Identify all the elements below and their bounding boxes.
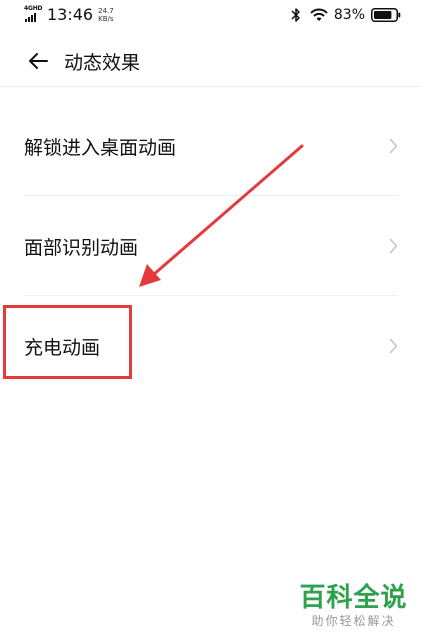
watermark-subtitle: 助你轻松解决 [311,614,396,628]
arrow-left-icon [29,53,48,69]
status-right: 83% [291,6,401,24]
setting-item-unlock-animation[interactable]: 解锁进入桌面动画 [0,96,421,196]
setting-item-label: 面部识别动画 [24,236,139,259]
watermark: 百科全说 助你轻松解决 [296,583,411,629]
chevron-right-icon [389,238,398,254]
status-bar: 4GHD 13:46 24.7 KB/s 83% [0,0,421,32]
chevron-right-icon [389,138,398,154]
status-time: 13:46 [47,5,94,24]
network-type-label: 4GHD [24,5,43,12]
setting-item-face-recognition-animation[interactable]: 面部识别动画 [0,196,421,296]
page-header: 动态效果 [0,38,421,84]
back-button[interactable] [20,43,56,79]
highlight-box [3,305,132,379]
status-left: 4GHD 13:46 24.7 KB/s [24,5,114,25]
chevron-right-icon [389,338,398,354]
battery-percent: 83% [333,7,365,23]
header-divider [0,86,421,87]
wifi-icon [310,8,328,21]
battery-icon [371,8,401,22]
page-title: 动态效果 [64,51,141,74]
bluetooth-icon [291,8,300,22]
network-speed-value: 24.7 [98,7,114,15]
setting-item-label: 解锁进入桌面动画 [24,136,177,159]
watermark-title: 百科全说 [299,583,408,613]
signal-block: 4GHD [24,5,43,25]
network-speed-unit: KB/s [98,15,114,23]
signal-icon [25,13,36,22]
network-speed: 24.7 KB/s [98,7,114,23]
